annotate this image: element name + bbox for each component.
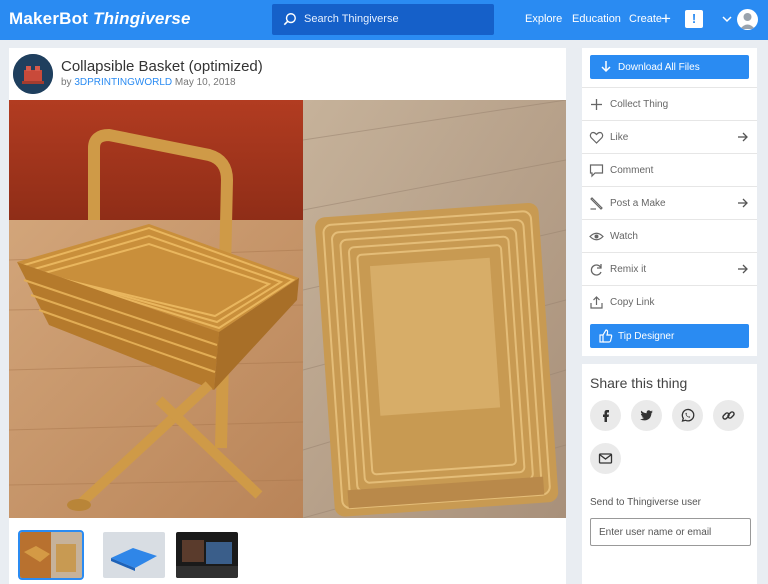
share-twitter-button[interactable] bbox=[631, 400, 662, 431]
share-email-button[interactable] bbox=[590, 443, 621, 474]
create-plus-icon[interactable]: + bbox=[661, 10, 671, 27]
creator-avatar[interactable] bbox=[13, 54, 53, 94]
send-to-user-label: Send to Thingiverse user bbox=[590, 497, 701, 508]
post-a-make-button[interactable]: Post a Make bbox=[582, 186, 757, 219]
comment-button[interactable]: Comment bbox=[582, 153, 757, 186]
whatsapp-icon bbox=[681, 408, 695, 422]
thumbnail-1[interactable] bbox=[18, 530, 84, 580]
share-panel: Share this thing Send to Thingiverse use… bbox=[582, 364, 757, 584]
basket-photo bbox=[9, 100, 566, 518]
remix-icon bbox=[590, 264, 602, 276]
thing-actions-panel: Download All Files Collect Thing Like Co… bbox=[582, 48, 757, 356]
copy-link-label: Copy Link bbox=[610, 297, 655, 308]
nav-create[interactable]: Create bbox=[629, 13, 662, 25]
collect-thing-button[interactable]: Collect Thing bbox=[582, 87, 757, 120]
search-bar[interactable]: Search Thingiverse bbox=[272, 4, 494, 35]
site-logo[interactable]: MakerBot Thingiverse bbox=[9, 9, 191, 29]
thumbnail-video-image bbox=[176, 532, 238, 578]
share-whatsapp-button[interactable] bbox=[672, 400, 703, 431]
notification-icon[interactable]: ! bbox=[685, 10, 703, 28]
thumbs-up-icon bbox=[599, 329, 613, 343]
tip-designer-button[interactable]: Tip Designer bbox=[590, 324, 749, 348]
link-icon bbox=[722, 411, 735, 420]
thing-main-card: Collapsible Basket (optimized) by 3DPRIN… bbox=[9, 48, 566, 584]
share-link-button[interactable] bbox=[713, 400, 744, 431]
arrow-right-icon bbox=[738, 132, 748, 142]
twitter-icon bbox=[640, 410, 653, 421]
make-icon bbox=[590, 197, 603, 210]
thumbnail-3[interactable] bbox=[176, 532, 238, 578]
creator-avatar-image bbox=[13, 54, 53, 94]
copy-link-button[interactable]: Copy Link bbox=[582, 285, 757, 318]
facebook-icon bbox=[603, 410, 609, 422]
share-title: Share this thing bbox=[590, 375, 688, 391]
thumbnail-blue-model-image bbox=[103, 532, 165, 578]
like-button[interactable]: Like bbox=[582, 120, 757, 153]
logo-thingiverse: Thingiverse bbox=[93, 9, 191, 28]
user-icon bbox=[740, 13, 755, 29]
share-upload-icon bbox=[590, 296, 603, 309]
eye-icon bbox=[589, 232, 604, 241]
thumbnail-2[interactable] bbox=[103, 532, 165, 578]
comment-icon bbox=[589, 164, 604, 178]
publish-date: May 10, 2018 bbox=[174, 77, 236, 88]
nav-education[interactable]: Education bbox=[572, 13, 621, 25]
remix-button[interactable]: Remix it bbox=[582, 252, 757, 285]
arrow-right-icon bbox=[738, 198, 748, 208]
thumbnail-basket-image bbox=[20, 532, 82, 578]
author-link[interactable]: 3DPRINTINGWORLD bbox=[74, 77, 172, 88]
comment-label: Comment bbox=[610, 165, 654, 176]
download-all-files-button[interactable]: Download All Files bbox=[590, 55, 749, 79]
share-facebook-button[interactable] bbox=[590, 400, 621, 431]
tip-label: Tip Designer bbox=[618, 331, 675, 342]
like-label: Like bbox=[610, 132, 629, 143]
download-icon bbox=[601, 61, 611, 73]
nav-explore[interactable]: Explore bbox=[525, 13, 562, 25]
watch-label: Watch bbox=[610, 231, 638, 242]
search-icon bbox=[283, 13, 296, 26]
collect-label: Collect Thing bbox=[610, 99, 669, 110]
remix-label: Remix it bbox=[610, 264, 647, 275]
post-make-label: Post a Make bbox=[610, 198, 666, 209]
page-title: Collapsible Basket (optimized) bbox=[61, 58, 263, 75]
main-image[interactable] bbox=[9, 100, 566, 518]
chevron-down-icon[interactable] bbox=[722, 14, 732, 24]
watch-button[interactable]: Watch bbox=[582, 219, 757, 252]
search-placeholder: Search Thingiverse bbox=[304, 13, 399, 25]
heart-icon bbox=[589, 131, 604, 144]
byline-prefix: by bbox=[61, 77, 72, 88]
plus-icon bbox=[591, 99, 602, 110]
logo-makerbot: MakerBot bbox=[9, 9, 89, 28]
top-nav-bar: MakerBot Thingiverse Search Thingiverse … bbox=[0, 0, 768, 40]
user-avatar[interactable] bbox=[737, 9, 758, 30]
send-to-user-input[interactable] bbox=[590, 518, 751, 546]
arrow-right-icon bbox=[738, 264, 748, 274]
email-icon bbox=[598, 453, 613, 464]
download-label: Download All Files bbox=[618, 62, 700, 73]
thing-byline: by 3DPRINTINGWORLD May 10, 2018 bbox=[61, 77, 236, 88]
